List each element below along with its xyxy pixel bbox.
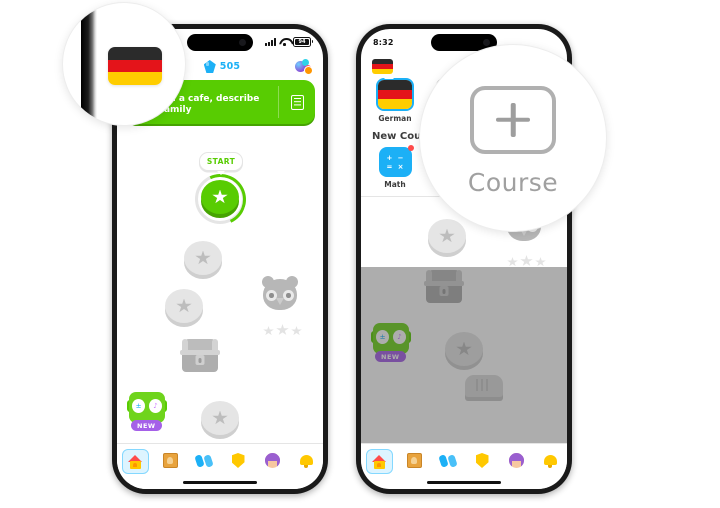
nav-leagues[interactable] xyxy=(436,449,461,472)
treasure-chest[interactable] xyxy=(180,339,220,373)
nav-home[interactable] xyxy=(121,449,149,474)
dumbbell-icon xyxy=(194,453,214,468)
book-icon xyxy=(162,453,178,468)
avatar-icon xyxy=(508,453,524,468)
lesson-node-active[interactable] xyxy=(201,180,239,214)
trophy-node[interactable] xyxy=(465,375,503,403)
lesson-node-4[interactable] xyxy=(201,401,239,435)
course-tile-german[interactable]: German xyxy=(372,78,418,123)
lesson-node-2[interactable] xyxy=(184,241,222,275)
three-stars-rating xyxy=(263,324,302,336)
calculator-icon: + − = × xyxy=(378,144,414,177)
magnified-add-course: Course xyxy=(467,85,559,197)
dynamic-island xyxy=(187,34,253,51)
home-indicator xyxy=(427,480,501,484)
bell-icon xyxy=(543,454,557,468)
avatar-icon xyxy=(264,453,280,468)
nav-practice[interactable] xyxy=(158,449,183,472)
book-icon xyxy=(406,453,422,468)
magnifier-phone-edge-highlight xyxy=(68,3,82,125)
home-icon xyxy=(371,454,387,469)
german-flag-icon[interactable] xyxy=(372,58,393,74)
nav-home[interactable] xyxy=(365,449,393,474)
nav-profile[interactable] xyxy=(260,449,285,472)
guidebook-icon xyxy=(290,94,304,110)
nav-leagues[interactable] xyxy=(192,449,217,472)
new-badge: NEW xyxy=(375,351,406,362)
status-indicators: 94 xyxy=(265,36,314,48)
battery-level: 94 xyxy=(298,39,306,45)
guidebook-button[interactable] xyxy=(279,80,315,124)
magnifier-phone-edge xyxy=(81,3,97,125)
signal-bars-icon xyxy=(265,38,276,46)
battery-icon: 94 xyxy=(293,36,314,48)
status-time: 8:32 xyxy=(373,37,394,47)
dumbbell-icon xyxy=(438,453,458,468)
add-course-magnifier: Course xyxy=(419,44,607,232)
magnified-plus-icon xyxy=(470,85,556,154)
math-label: Math xyxy=(384,180,406,189)
nav-quests[interactable] xyxy=(470,449,495,472)
orb-icon[interactable] xyxy=(295,59,313,75)
nav-notifications[interactable] xyxy=(294,449,319,472)
math-badge-dot xyxy=(407,144,414,151)
nav-quests[interactable] xyxy=(226,449,251,472)
new-badge: NEW xyxy=(131,420,162,431)
nav-notifications[interactable] xyxy=(538,449,563,472)
start-label: START xyxy=(206,157,236,166)
magnified-course-label: Course xyxy=(467,167,559,197)
nav-profile[interactable] xyxy=(504,449,529,472)
wifi-icon xyxy=(279,38,290,46)
lesson-node-4[interactable] xyxy=(445,332,483,366)
start-tooltip[interactable]: START xyxy=(199,152,243,171)
home-indicator xyxy=(183,480,257,484)
new-courses-chip[interactable]: ± ♪ xyxy=(127,392,167,423)
flag-magnifier xyxy=(62,2,186,126)
german-flag-tile xyxy=(376,78,414,111)
lesson-node-3[interactable] xyxy=(165,289,203,323)
magnified-german-flag xyxy=(108,47,162,85)
home-icon xyxy=(127,454,143,469)
three-stars-rating xyxy=(507,255,546,267)
treasure-chest[interactable] xyxy=(424,270,464,304)
course-tile-label: German xyxy=(378,114,412,123)
new-courses-chip[interactable]: ± ♪ xyxy=(371,323,411,354)
panel-caret xyxy=(384,74,394,79)
gem-count: 505 xyxy=(219,61,241,72)
screenshot-stage: 94 505 1 Order in a cafe xyxy=(0,0,720,508)
gem-icon xyxy=(203,60,216,73)
shield-icon xyxy=(231,453,245,468)
lesson-node-2[interactable] xyxy=(428,219,466,253)
bell-icon xyxy=(299,454,313,468)
course-tile-math[interactable]: + − = × Math xyxy=(372,144,418,189)
left-learning-path: START ± ♪ NEW xyxy=(117,124,323,489)
shield-icon xyxy=(475,453,489,468)
nav-practice[interactable] xyxy=(402,449,427,472)
owl-mascot xyxy=(260,276,300,314)
gem-counter[interactable]: 505 xyxy=(203,60,241,73)
